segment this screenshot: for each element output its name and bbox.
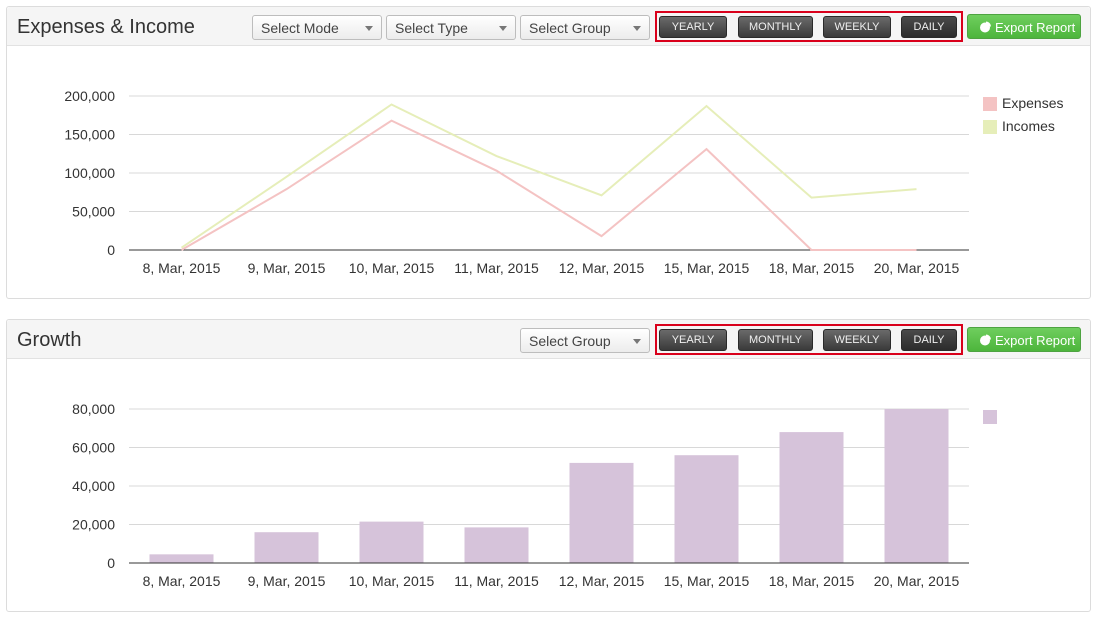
y-tick-label: 0	[107, 242, 115, 258]
daily-button[interactable]: DAILY	[901, 16, 957, 38]
x-tick-label: 18, Mar, 2015	[769, 260, 855, 276]
bar	[674, 455, 739, 563]
y-tick-label: 60,000	[72, 440, 115, 456]
x-tick-label: 8, Mar, 2015	[143, 260, 221, 276]
export-report-label: Export Report	[995, 333, 1076, 348]
select-group-dropdown[interactable]: Select Group	[520, 15, 650, 40]
growth-panel: Growth Select Group YEARLY MONTHLY WEEKL…	[6, 319, 1091, 612]
select-mode-dropdown[interactable]: Select Mode	[252, 15, 382, 40]
weekly-button[interactable]: WEEKLY	[823, 16, 891, 38]
yearly-button[interactable]: YEARLY	[659, 16, 727, 38]
legend-label: Incomes	[1002, 118, 1055, 134]
x-tick-label: 8, Mar, 2015	[143, 573, 221, 589]
y-tick-label: 200,000	[64, 88, 115, 104]
x-tick-label: 18, Mar, 2015	[769, 573, 855, 589]
series-line-incomes	[180, 103, 917, 249]
y-tick-label: 80,000	[72, 401, 115, 417]
bar	[779, 432, 844, 563]
monthly-button[interactable]: MONTHLY	[738, 16, 813, 38]
x-tick-label: 20, Mar, 2015	[874, 260, 960, 276]
period-button-group: YEARLY MONTHLY WEEKLY DAILY	[655, 11, 963, 42]
pie-chart-icon	[980, 334, 991, 346]
bar	[884, 409, 949, 563]
select-mode-label: Select Mode	[261, 20, 339, 36]
x-tick-label: 10, Mar, 2015	[349, 260, 435, 276]
select-group-dropdown[interactable]: Select Group	[520, 328, 650, 353]
export-report-button[interactable]: Export Report	[967, 327, 1081, 352]
panel-header: Growth Select Group YEARLY MONTHLY WEEKL…	[7, 320, 1090, 359]
expenses-income-panel: Expenses & Income Select Mode Select Typ…	[6, 6, 1091, 299]
y-tick-label: 50,000	[72, 204, 115, 220]
select-type-label: Select Type	[395, 20, 468, 36]
legend-swatch	[983, 120, 997, 134]
bar	[149, 554, 214, 563]
panel-title: Expenses & Income	[17, 16, 195, 38]
chevron-down-icon	[365, 26, 373, 31]
pie-chart-icon	[980, 21, 991, 33]
y-tick-label: 0	[107, 555, 115, 571]
x-tick-label: 12, Mar, 2015	[559, 260, 645, 276]
y-tick-label: 150,000	[64, 127, 115, 143]
chevron-down-icon	[499, 26, 507, 31]
select-group-label: Select Group	[529, 333, 611, 349]
daily-button[interactable]: DAILY	[901, 329, 957, 351]
y-tick-label: 40,000	[72, 478, 115, 494]
bar	[569, 462, 634, 563]
legend-swatch	[983, 410, 997, 424]
x-tick-label: 10, Mar, 2015	[349, 573, 435, 589]
export-report-button[interactable]: Export Report	[967, 14, 1081, 39]
x-tick-label: 15, Mar, 2015	[664, 260, 750, 276]
x-tick-label: 11, Mar, 2015	[454, 573, 539, 589]
panel-header: Expenses & Income Select Mode Select Typ…	[7, 7, 1090, 46]
bar	[254, 532, 319, 563]
growth-bar-chart: 0 20,000 40,000 60,000 80,000 8, Mar, 2015 9, …	[72, 401, 969, 589]
panel-title: Growth	[17, 329, 82, 351]
x-tick-label: 11, Mar, 2015	[454, 260, 539, 276]
series-line-expenses	[180, 119, 917, 251]
x-tick-label: 9, Mar, 2015	[248, 573, 326, 589]
chevron-down-icon	[633, 339, 641, 344]
select-group-label: Select Group	[529, 20, 611, 36]
monthly-button[interactable]: MONTHLY	[738, 329, 813, 351]
y-tick-label: 20,000	[72, 517, 115, 533]
select-type-dropdown[interactable]: Select Type	[386, 15, 516, 40]
x-tick-label: 20, Mar, 2015	[874, 573, 960, 589]
x-tick-label: 12, Mar, 2015	[559, 573, 645, 589]
legend-swatch	[983, 97, 997, 111]
chevron-down-icon	[633, 26, 641, 31]
legend-label: Expenses	[1002, 95, 1064, 111]
x-tick-label: 9, Mar, 2015	[248, 260, 326, 276]
expenses-income-line-chart: 0 50,000 100,000 150,000 200,000 8, Mar, 2015…	[64, 88, 969, 276]
export-report-label: Export Report	[995, 20, 1076, 35]
yearly-button[interactable]: YEARLY	[659, 329, 727, 351]
weekly-button[interactable]: WEEKLY	[823, 329, 891, 351]
bar	[464, 527, 529, 563]
x-tick-label: 15, Mar, 2015	[664, 573, 750, 589]
bar	[359, 521, 424, 563]
y-tick-label: 100,000	[64, 165, 115, 181]
period-button-group: YEARLY MONTHLY WEEKLY DAILY	[655, 324, 963, 355]
